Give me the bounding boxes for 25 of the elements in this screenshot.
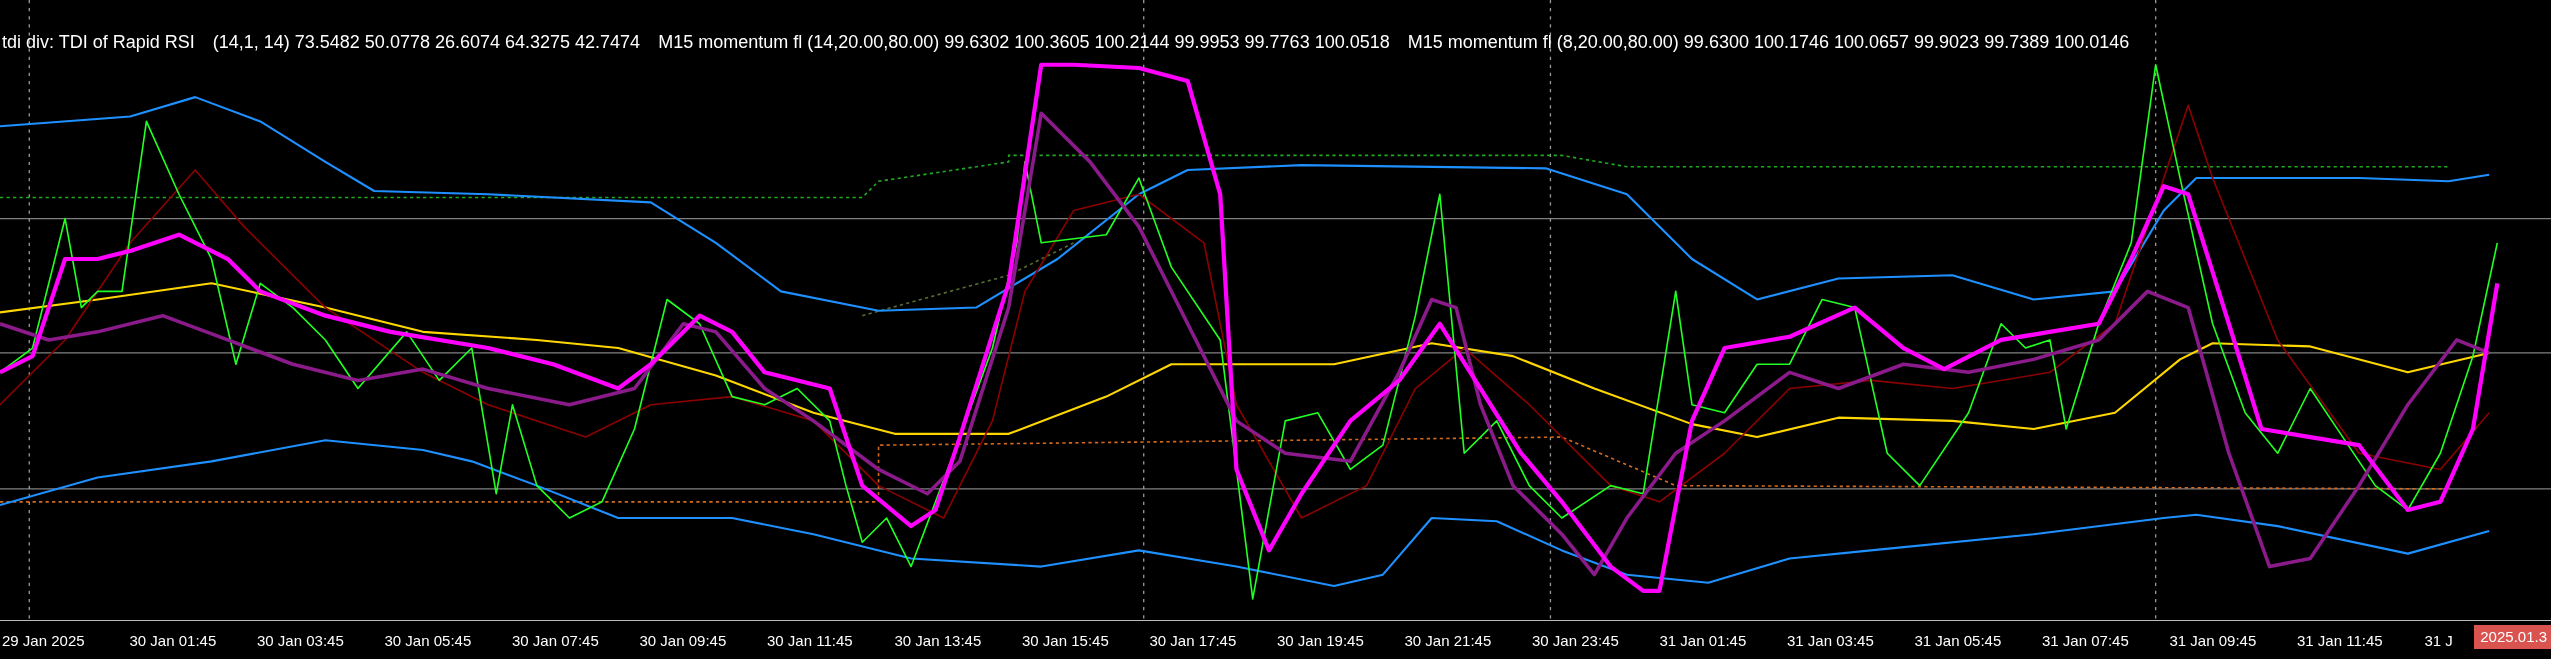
time-label: 30 Jan 15:45 bbox=[1022, 631, 1109, 649]
time-label: 31 Jan 01:45 bbox=[1659, 631, 1747, 649]
time-label: 31 Jan 07:45 bbox=[2042, 631, 2129, 649]
time-label: 30 Jan 13:45 bbox=[894, 631, 982, 649]
indicator-name: tdi div: TDI of Rapid RSI bbox=[2, 32, 195, 53]
indicator-values: (14,1, 14) 73.5482 50.0778 26.6074 64.3275 42.7474 bbox=[212, 32, 641, 53]
time-label: 30 Jan 09:45 bbox=[639, 631, 727, 649]
time-label: 30 Jan 07:45 bbox=[512, 631, 599, 649]
time-label: 31 Jan 09:45 bbox=[2169, 631, 2257, 649]
time-label: 30 Jan 05:45 bbox=[384, 631, 472, 649]
indicator-values: M15 momentum fl (8,20.00,80.00) 99.6300 100.1746 100.0657 99.9023 99.7389 100.0146 bbox=[1407, 32, 2130, 53]
time-label: 30 Jan 03:45 bbox=[257, 631, 344, 649]
time-label: 30 Jan 23:45 bbox=[1532, 631, 1619, 649]
time-label: 31 Jan 05:45 bbox=[1914, 631, 2002, 649]
time-label: 29 Jan 2025 bbox=[2, 631, 85, 649]
time-label: 30 Jan 19:45 bbox=[1277, 631, 1364, 649]
time-label: 30 Jan 01:45 bbox=[129, 631, 217, 649]
indicator-values: M15 momentum fl (14,20.00,80.00) 99.6302 100.3605 100.2144 99.9953 99.7763 100.0518 bbox=[658, 32, 1390, 53]
time-label: 31 J bbox=[2424, 631, 2453, 649]
time-label: 30 Jan 17:45 bbox=[1149, 631, 1237, 649]
time-label: 30 Jan 21:45 bbox=[1404, 631, 1492, 649]
time-label: 31 Jan 03:45 bbox=[1787, 631, 1874, 649]
time-label: 30 Jan 11:45 bbox=[767, 631, 853, 649]
time-label: 31 Jan 11:45 bbox=[2297, 631, 2383, 649]
cursor-time-label: 2025.01.3 bbox=[2474, 625, 2551, 649]
